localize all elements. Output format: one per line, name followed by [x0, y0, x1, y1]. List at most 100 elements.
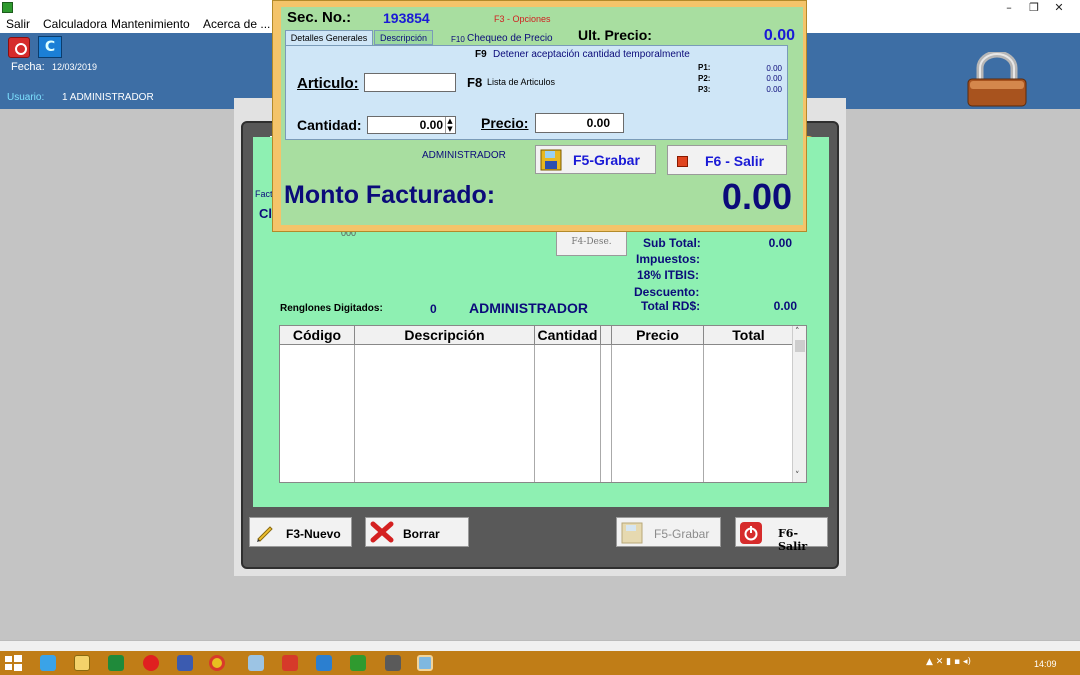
maximize-button[interactable]: ❐	[1021, 0, 1047, 15]
total-rd-label: Total RD$:	[641, 299, 701, 313]
dialog-grabar-button[interactable]: F5-Grabar	[535, 145, 656, 174]
p3-label: P3:	[698, 85, 711, 94]
close-button[interactable]: ✕	[1046, 0, 1072, 15]
cantidad-label: Cantidad:	[297, 117, 362, 133]
cliente-label: Cl	[259, 206, 272, 221]
menu-acerca[interactable]: Acerca de ...	[203, 17, 270, 31]
col-divider	[611, 345, 612, 482]
padlock-icon	[967, 52, 1027, 107]
col-divider	[354, 345, 355, 482]
scroll-down-icon[interactable]: ˅	[795, 471, 800, 481]
chrome-icon[interactable]	[209, 655, 225, 671]
scroll-thumb[interactable]	[795, 340, 805, 352]
renglones-label: Renglones Digitados:	[280, 303, 383, 314]
tab-detalles-generales[interactable]: Detalles Generales	[285, 30, 373, 45]
precio-input[interactable]: 0.00	[535, 113, 624, 133]
subtotal-label: Sub Total:	[643, 236, 701, 250]
nuevo-label: F3-Nuevo	[286, 527, 341, 541]
excel-icon[interactable]	[108, 655, 124, 671]
tray-icons[interactable]: ▲ ✕ ▮ ▪ ◂)	[926, 657, 971, 667]
opera-icon[interactable]	[143, 655, 159, 671]
app-icon-c[interactable]	[316, 655, 332, 671]
f8-key: F8	[467, 75, 483, 90]
borrar-label: Borrar	[403, 527, 440, 541]
usuario-value: 1 ADMINISTRADOR	[62, 92, 154, 103]
ult-precio-label: Ult. Precio:	[578, 27, 652, 43]
f10-key: F10	[451, 35, 465, 44]
p2-value: 0.00	[766, 74, 782, 83]
save-disk-icon	[540, 149, 562, 171]
factura-label: Fact	[255, 189, 273, 199]
usuario-label: Usuario:	[7, 92, 45, 103]
col-header-codigo[interactable]: Código	[280, 326, 355, 345]
stop-icon	[677, 156, 688, 167]
tab-descripcion[interactable]: Descripción	[374, 30, 433, 45]
dialog-grabar-label: F5-Grabar	[573, 152, 640, 168]
col-divider	[600, 345, 601, 482]
save-disk-icon	[621, 522, 643, 544]
chequeo-precio-link[interactable]: Chequeo de Precio	[467, 33, 553, 44]
itbis-label: 18% ITBIS:	[637, 268, 700, 282]
nuevo-button[interactable]: F3-Nuevo	[249, 517, 352, 547]
notepad-icon[interactable]	[248, 655, 264, 671]
col-divider	[703, 345, 704, 482]
f4-desc-button[interactable]: F4-Dese.	[556, 229, 627, 256]
lista-articulos-link[interactable]: Lista de Articulos	[487, 77, 555, 87]
subtotal-value: 0.00	[768, 236, 792, 250]
windows-icon	[5, 655, 22, 671]
col-header-cantidad[interactable]: Cantidad	[535, 326, 601, 345]
items-table[interactable]: Código Descripción Cantidad Precio Total…	[279, 325, 807, 483]
descuento-label: Descuento:	[634, 285, 700, 299]
impuestos-label: Impuestos:	[636, 252, 701, 266]
dialog-salir-button[interactable]: F6 - Salir	[667, 145, 787, 175]
articulo-input[interactable]	[364, 73, 456, 92]
salir-button[interactable]: F6-Salir	[735, 517, 828, 553]
menu-calculadora[interactable]: Calculadora	[43, 17, 107, 31]
app-icon	[2, 2, 13, 13]
p1-value: 0.00	[766, 64, 782, 73]
f9-label: Detener aceptación cantidad temporalment…	[493, 49, 690, 60]
taskbar	[0, 651, 1080, 675]
active-app-icon[interactable]	[417, 655, 433, 671]
col-header-blank[interactable]	[601, 326, 612, 345]
dialog-user: ADMINISTRADOR	[422, 150, 506, 161]
p3-value: 0.00	[766, 85, 782, 94]
start-button[interactable]	[3, 653, 23, 673]
dialog-salir-label: F6 - Salir	[705, 153, 765, 169]
facebook-icon[interactable]	[177, 655, 193, 671]
monto-label: Monto Facturado:	[284, 181, 496, 209]
grabar-disabled-button[interactable]: F5-Grabar	[616, 517, 721, 547]
powerpoint-icon[interactable]	[282, 655, 298, 671]
file-explorer-icon[interactable]	[74, 655, 90, 671]
col-header-precio[interactable]: Precio	[612, 326, 704, 345]
cantidad-spinner-icon[interactable]: ▲ ▼	[445, 117, 454, 133]
power-icon[interactable]	[8, 37, 30, 58]
opciones-link[interactable]: F3 - Opciones	[494, 14, 551, 24]
ult-precio-value: 0.00	[763, 27, 795, 44]
precio-label: Precio:	[481, 115, 529, 131]
menu-salir[interactable]: Salir	[6, 17, 30, 31]
table-scrollbar[interactable]: ˄ ˅	[792, 326, 806, 482]
pencil-icon	[257, 526, 273, 542]
app-logo-icon[interactable]: C	[38, 36, 62, 58]
scroll-up-icon[interactable]: ˄	[795, 327, 800, 337]
borrar-button[interactable]: Borrar	[365, 517, 469, 547]
p1-label: P1:	[698, 63, 711, 72]
f9-key: F9	[475, 49, 487, 60]
app-icon-green[interactable]	[350, 655, 366, 671]
status-bar	[0, 640, 1080, 651]
calculator-icon[interactable]	[385, 655, 401, 671]
sec-label: Sec. No.:	[287, 9, 352, 26]
power-icon	[740, 522, 762, 544]
col-header-total[interactable]: Total	[704, 326, 794, 345]
col-divider	[534, 345, 535, 482]
renglones-value: 0	[430, 302, 437, 316]
clock[interactable]: 14:09	[1034, 659, 1057, 669]
menu-mantenimiento[interactable]: Mantenimiento	[111, 17, 190, 31]
fecha-value: 12/03/2019	[52, 62, 98, 72]
minimize-button[interactable]: –	[996, 0, 1022, 15]
cantidad-input[interactable]: 0.00 ▲ ▼	[367, 116, 456, 134]
internet-explorer-icon[interactable]	[40, 655, 56, 671]
user-display: ADMINISTRADOR	[469, 300, 588, 316]
col-header-descripcion[interactable]: Descripción	[355, 326, 535, 345]
